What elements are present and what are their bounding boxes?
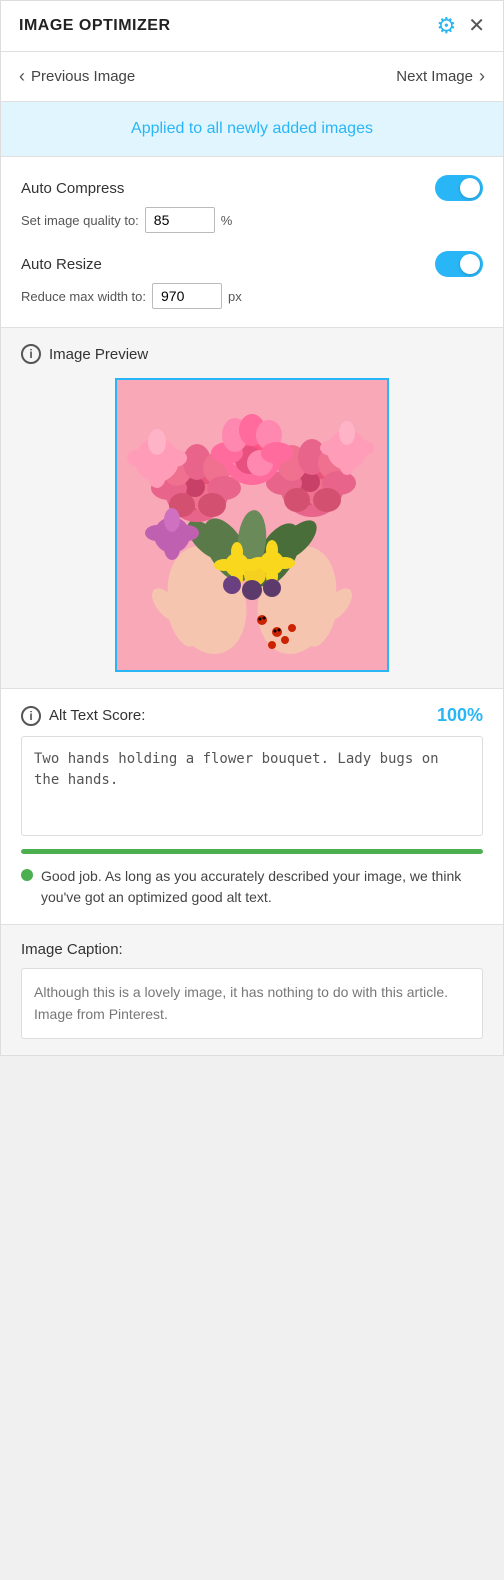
app-title: IMAGE OPTIMIZER [19,17,171,35]
next-image-label: Next Image [396,68,473,85]
alt-text-info-icon: i [21,706,41,726]
auto-compress-input-row: Set image quality to: % [21,207,483,233]
auto-resize-toggle[interactable] [435,251,483,277]
flower-svg [117,380,387,670]
auto-resize-header: Auto Resize [21,251,483,277]
auto-compress-header: Auto Compress [21,175,483,201]
next-arrow-icon: › [479,66,485,87]
preview-image-wrap [21,378,483,672]
caption-text: Although this is a lovely image, it has … [21,968,483,1039]
auto-resize-label: Auto Resize [21,256,102,273]
close-button[interactable]: ✕ [468,16,485,36]
alt-text-section: i Alt Text Score: 100% Two hands holding… [1,689,503,925]
auto-resize-input-row: Reduce max width to: px [21,283,483,309]
green-dot-icon [21,869,33,881]
caption-section: Image Caption: Although this is a lovely… [1,925,503,1055]
image-navigation: ‹ Previous Image Next Image › [1,52,503,102]
auto-compress-toggle[interactable] [435,175,483,201]
alt-text-label-text: Alt Text Score: [49,707,145,724]
width-prefix: Reduce max width to: [21,289,146,304]
preview-section: i Image Preview [1,328,503,689]
width-input[interactable] [152,283,222,309]
auto-resize-row: Auto Resize Reduce max width to: px [21,251,483,309]
applied-banner: Applied to all newly added images [1,102,503,157]
image-optimizer-panel: IMAGE OPTIMIZER ⚙ ✕ ‹ Previous Image Nex… [0,0,504,1056]
previous-image-label: Previous Image [31,68,135,85]
flower-image [117,380,387,670]
settings-section: Auto Compress Set image quality to: % Au… [1,157,503,328]
alt-text-input[interactable]: Two hands holding a flower bouquet. Lady… [21,736,483,836]
prev-arrow-icon: ‹ [19,66,25,87]
progress-bar-fill [21,849,483,854]
good-job-message: Good job. As long as you accurately desc… [21,866,483,908]
preview-header: i Image Preview [21,344,483,364]
alt-text-header: i Alt Text Score: 100% [21,705,483,726]
preview-info-icon: i [21,344,41,364]
quality-input[interactable] [145,207,215,233]
toggle-slider [435,175,483,201]
preview-label: Image Preview [49,346,148,363]
banner-text: Applied to all newly added images [131,120,373,137]
toggle-slider-2 [435,251,483,277]
auto-compress-label: Auto Compress [21,180,124,197]
auto-compress-row: Auto Compress Set image quality to: % [21,175,483,233]
alt-text-score: 100% [437,705,483,726]
width-unit: px [228,289,242,304]
header-actions: ⚙ ✕ [437,15,486,37]
alt-text-label: i Alt Text Score: [21,706,145,726]
quality-unit: % [221,213,233,228]
next-image-button[interactable]: Next Image › [396,66,485,87]
image-container [115,378,389,672]
good-job-text: Good job. As long as you accurately desc… [41,866,483,908]
caption-label: Image Caption: [21,941,483,958]
previous-image-button[interactable]: ‹ Previous Image [19,66,135,87]
progress-bar [21,849,483,854]
quality-prefix: Set image quality to: [21,213,139,228]
settings-gear-button[interactable]: ⚙ [437,15,457,37]
header: IMAGE OPTIMIZER ⚙ ✕ [1,1,503,52]
